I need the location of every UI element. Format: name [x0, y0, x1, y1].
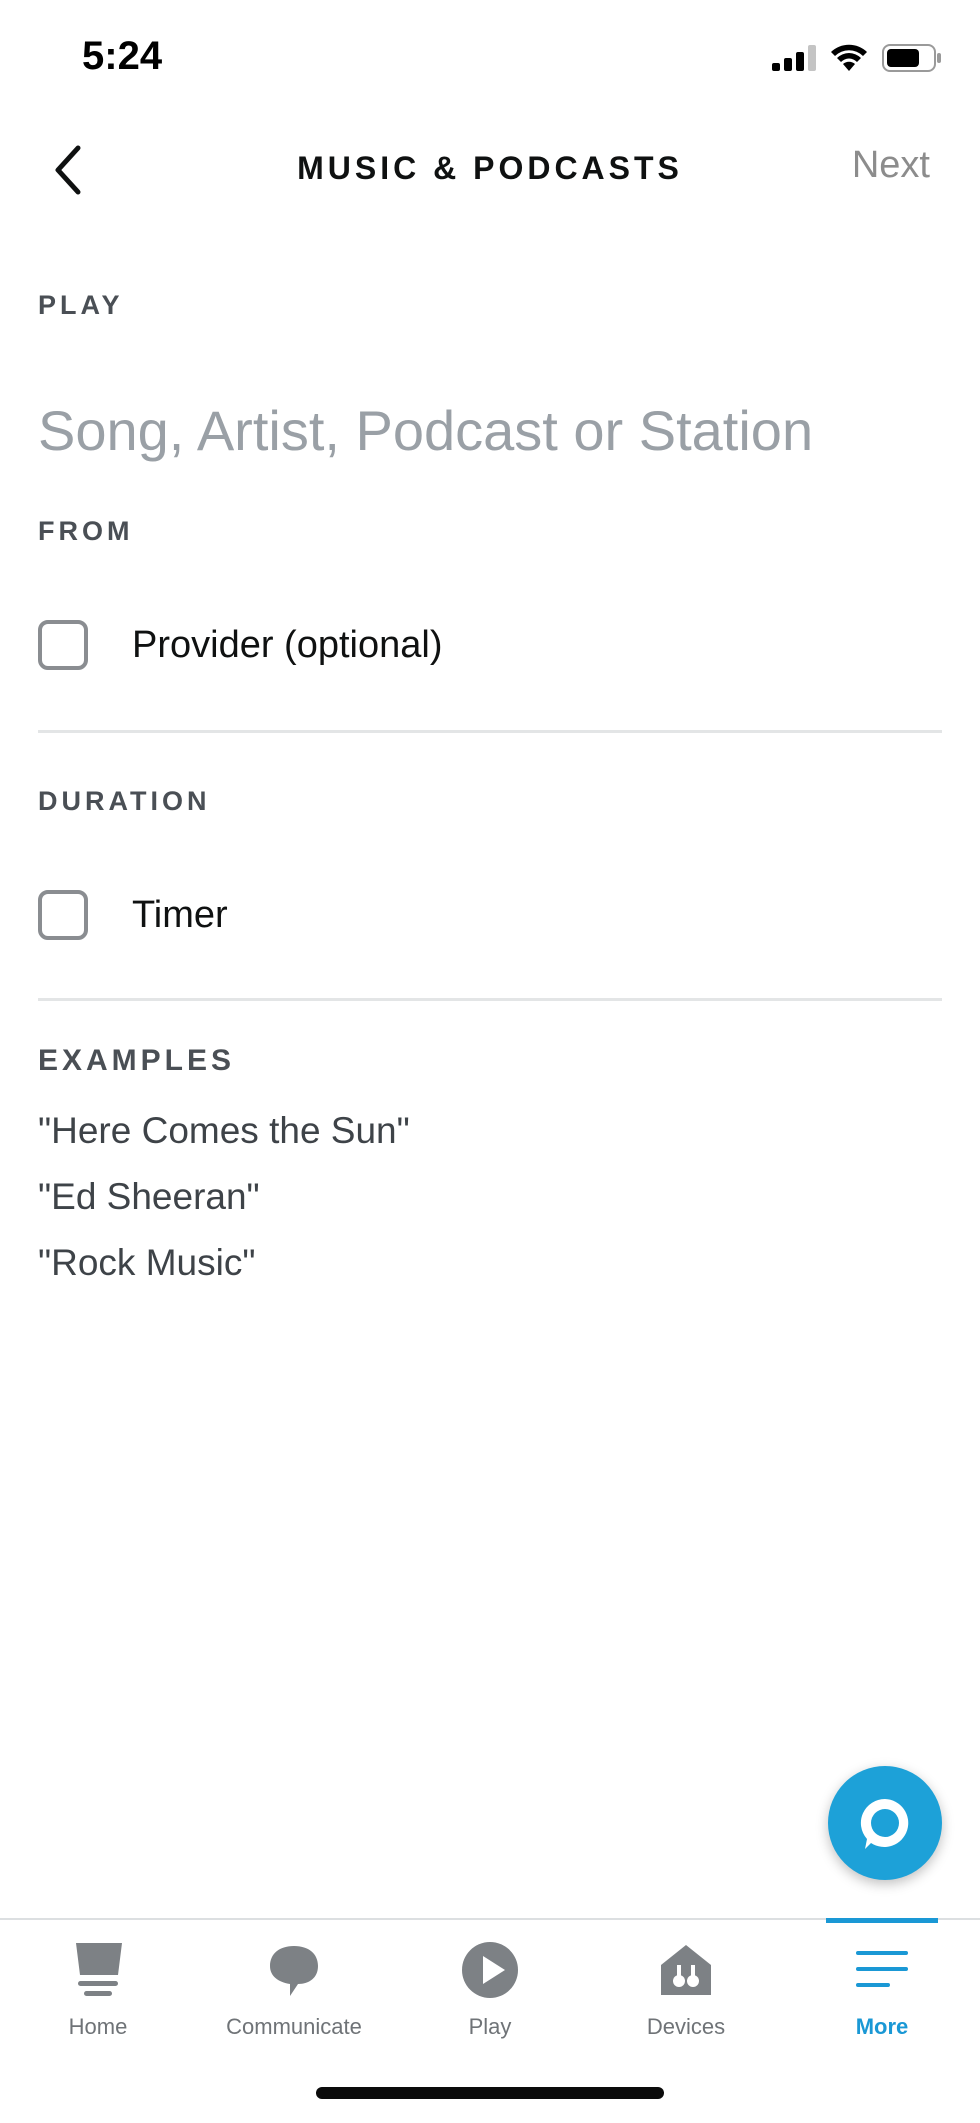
- alexa-button[interactable]: [828, 1766, 942, 1880]
- tab-home-label: Home: [68, 2014, 128, 2039]
- examples-section-label: EXAMPLES: [38, 1044, 236, 1077]
- timer-checkbox[interactable]: [38, 890, 88, 940]
- tab-play[interactable]: Play: [392, 1920, 588, 2060]
- menu-icon: [847, 1938, 917, 2002]
- status-bar: 5:24: [0, 0, 980, 110]
- divider: [38, 998, 942, 1001]
- tab-communicate[interactable]: Communicate: [196, 1920, 392, 2060]
- tab-devices-label: Devices: [646, 2014, 726, 2039]
- duration-section-label: DURATION: [38, 786, 211, 816]
- nav-bar: MUSIC & PODCASTS Next: [0, 120, 980, 220]
- play-icon: [455, 1938, 525, 2002]
- provider-option[interactable]: Provider (optional): [38, 610, 942, 680]
- divider: [38, 730, 942, 733]
- alexa-icon: [860, 1798, 909, 1849]
- page-title: MUSIC & PODCASTS: [297, 150, 683, 186]
- tab-communicate-label: Communicate: [226, 2014, 362, 2039]
- cellular-signal-icon: [772, 45, 816, 71]
- play-search-input[interactable]: [38, 390, 938, 470]
- devices-icon: [651, 1938, 721, 2002]
- wifi-icon: [831, 44, 867, 71]
- example-item: "Rock Music": [38, 1242, 256, 1283]
- timer-label: Timer: [132, 893, 228, 936]
- active-tab-indicator: [826, 1918, 938, 1923]
- tab-more-label: More: [855, 2014, 909, 2039]
- chat-bubble-icon: [259, 1938, 329, 2002]
- home-icon: [63, 1938, 133, 2002]
- tab-more[interactable]: More: [784, 1918, 980, 2060]
- tab-home[interactable]: Home: [0, 1920, 196, 2060]
- example-item: "Here Comes the Sun": [38, 1110, 410, 1151]
- provider-checkbox[interactable]: [38, 620, 88, 670]
- battery-icon: [882, 44, 941, 72]
- play-section-label: PLAY: [38, 290, 124, 320]
- home-indicator: [316, 2087, 664, 2099]
- timer-option[interactable]: Timer: [38, 880, 942, 950]
- tab-devices[interactable]: Devices: [588, 1920, 784, 2060]
- status-icons: [772, 44, 942, 72]
- provider-label: Provider (optional): [132, 623, 443, 666]
- example-item: "Ed Sheeran": [38, 1176, 260, 1217]
- status-time: 5:24: [82, 34, 163, 78]
- from-section-label: FROM: [38, 516, 134, 546]
- tab-play-label: Play: [468, 2014, 512, 2039]
- next-button[interactable]: Next: [852, 144, 930, 187]
